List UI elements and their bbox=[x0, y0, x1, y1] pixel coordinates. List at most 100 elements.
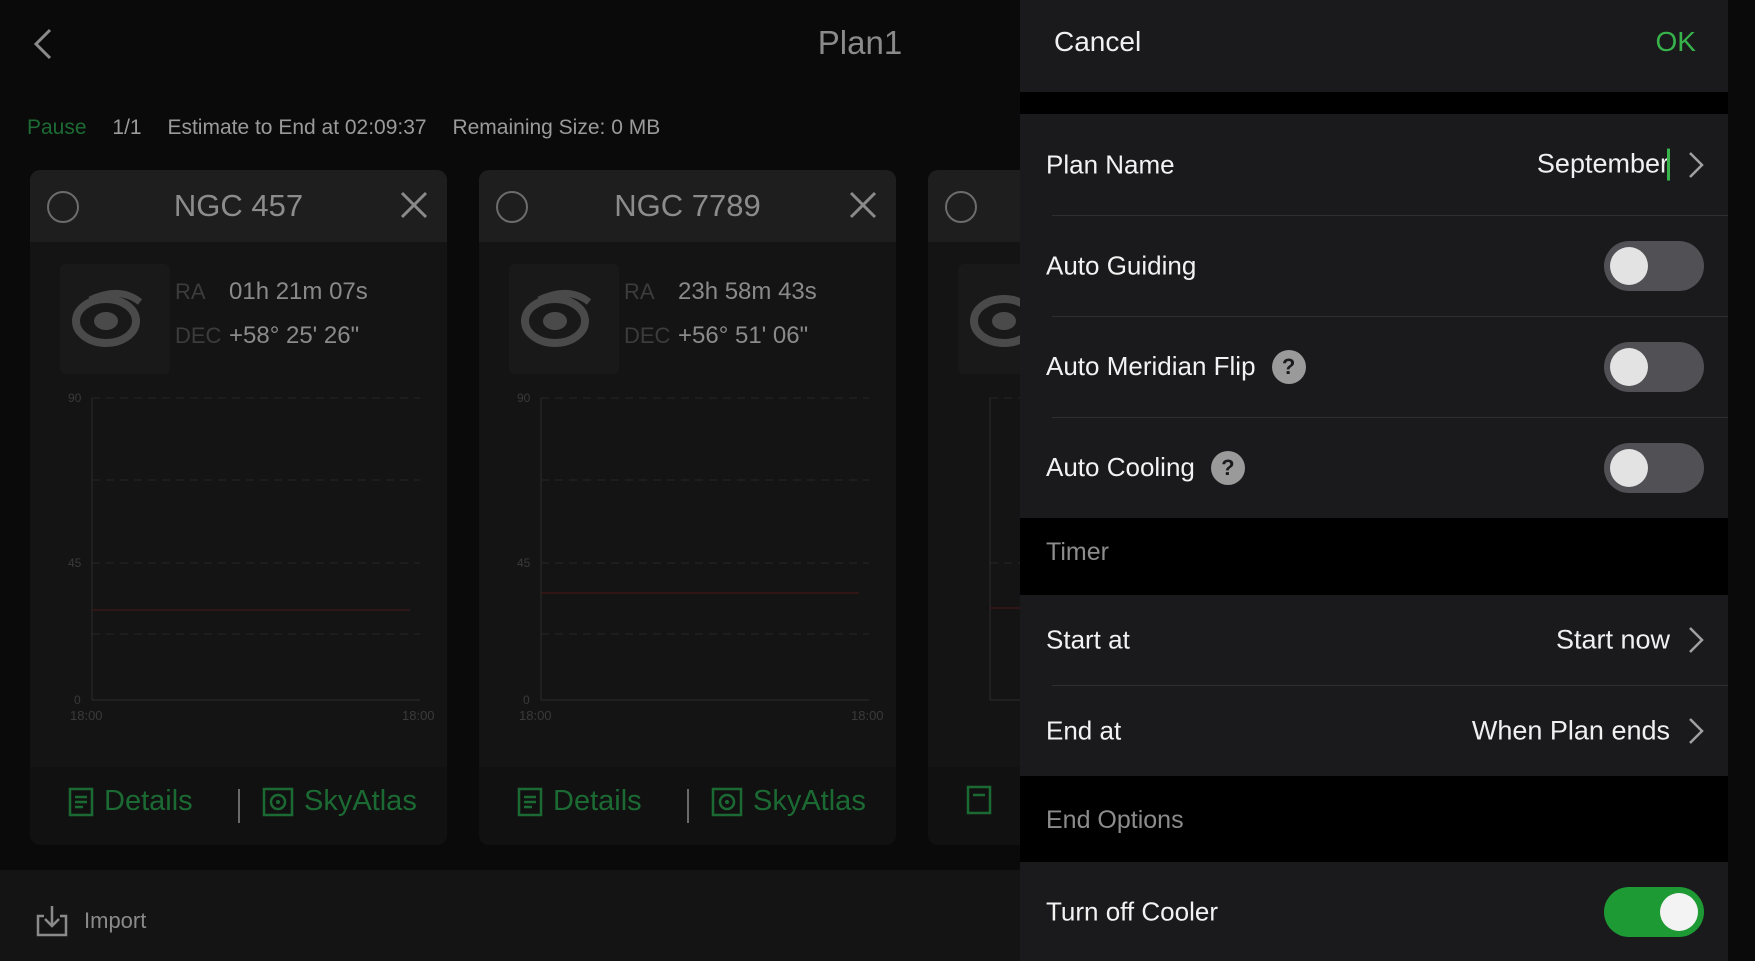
card-coordinates: RA 01h 21m 07s DEC +58° 25' 26" bbox=[175, 270, 368, 358]
ra-label: RA bbox=[624, 279, 655, 304]
y-tick: 90 bbox=[517, 391, 531, 405]
document-icon bbox=[966, 785, 992, 815]
galaxy-icon bbox=[509, 264, 619, 374]
auto-cooling-toggle[interactable] bbox=[1604, 442, 1704, 493]
back-arrow-icon[interactable] bbox=[28, 24, 60, 64]
start-at-label: Start at bbox=[1046, 624, 1130, 655]
card-header: NGC 7789 bbox=[479, 170, 896, 242]
y-tick: 0 bbox=[74, 693, 81, 707]
skyatlas-button[interactable]: SkyAtlas bbox=[262, 785, 417, 818]
auto-guiding-toggle[interactable] bbox=[1604, 240, 1704, 291]
import-icon bbox=[36, 906, 68, 937]
card-footer: Details SkyAtlas bbox=[479, 767, 896, 845]
card-select-radio[interactable] bbox=[47, 191, 79, 223]
target-card[interactable]: NGC 457 RA 01h 21m 07s DEC +58° 25' 26" 90… bbox=[30, 170, 447, 845]
x-tick: 18:00 bbox=[851, 708, 884, 723]
altitude-chart: 90 45 0 18:00 18:00 bbox=[517, 391, 884, 723]
skyatlas-label: SkyAtlas bbox=[753, 785, 866, 817]
footer-divider bbox=[238, 789, 240, 823]
auto-meridian-flip-row: Auto Meridian Flip ? bbox=[1020, 316, 1728, 417]
details-button[interactable]: Details bbox=[517, 785, 642, 818]
ok-button[interactable]: OK bbox=[1656, 26, 1696, 58]
close-icon[interactable] bbox=[399, 190, 429, 220]
y-tick: 45 bbox=[68, 556, 82, 570]
details-button[interactable] bbox=[966, 785, 992, 815]
card-select-radio[interactable] bbox=[496, 191, 528, 223]
x-tick: 18:00 bbox=[70, 708, 103, 723]
timer-group: Start at Start now End at When Plan ends bbox=[1020, 595, 1728, 776]
help-icon[interactable]: ? bbox=[1271, 349, 1306, 384]
turn-off-cooler-row: Turn off Cooler bbox=[1020, 862, 1728, 961]
end-options-group: Turn off Cooler bbox=[1020, 862, 1728, 961]
target-name: NGC 457 bbox=[173, 188, 304, 223]
auto-meridian-flip-toggle[interactable] bbox=[1604, 341, 1704, 392]
plan-count: 1/1 bbox=[112, 116, 142, 139]
y-tick: 0 bbox=[523, 693, 530, 707]
pause-status[interactable]: Pause bbox=[27, 116, 87, 139]
toggle-knob bbox=[1610, 246, 1648, 285]
ra-value: 23h 58m 43s bbox=[678, 278, 817, 305]
toggle-knob bbox=[1660, 892, 1698, 931]
end-at-label: End at bbox=[1046, 715, 1122, 745]
dec-label: DEC bbox=[175, 323, 222, 348]
card-footer: Details SkyAtlas bbox=[30, 767, 447, 845]
x-tick: 18:00 bbox=[402, 708, 435, 723]
close-icon[interactable] bbox=[848, 190, 878, 220]
galaxy-icon bbox=[60, 264, 170, 374]
chevron-right-icon bbox=[1689, 151, 1704, 178]
panel-header: Cancel OK bbox=[1020, 0, 1728, 92]
end-at-row[interactable]: End at When Plan ends bbox=[1020, 685, 1728, 776]
plan-settings-panel: Cancel OK Plan Name September Auto Guidi… bbox=[1020, 0, 1728, 961]
target-card[interactable]: NGC 7789 RA 23h 58m 43s DEC +56° 51' 06" 9… bbox=[479, 170, 896, 845]
y-tick: 45 bbox=[517, 556, 531, 570]
auto-cooling-label-group: Auto Cooling ? bbox=[1046, 450, 1245, 485]
start-at-row[interactable]: Start at Start now bbox=[1020, 595, 1728, 685]
estimate-end: Estimate to End at 02:09:37 bbox=[167, 116, 427, 139]
auto-cooling-label: Auto Cooling bbox=[1046, 452, 1195, 482]
import-label: Import bbox=[84, 908, 147, 933]
x-tick: 18:00 bbox=[519, 708, 552, 723]
skyatlas-button[interactable]: SkyAtlas bbox=[711, 785, 866, 818]
plan-name-label: Plan Name bbox=[1046, 149, 1175, 179]
auto-cooling-row: Auto Cooling ? bbox=[1020, 417, 1728, 518]
turn-off-cooler-label: Turn off Cooler bbox=[1046, 896, 1218, 926]
end-at-value: When Plan ends bbox=[1471, 715, 1670, 745]
timer-section-title: Timer bbox=[1046, 538, 1109, 566]
auto-meridian-flip-label: Auto Meridian Flip bbox=[1046, 351, 1256, 381]
document-icon bbox=[517, 787, 543, 816]
auto-guiding-row: Auto Guiding bbox=[1020, 215, 1728, 316]
toggle-knob bbox=[1610, 448, 1648, 487]
target-icon bbox=[262, 787, 294, 816]
ra-value: 01h 21m 07s bbox=[229, 278, 368, 305]
plan-name-value: September bbox=[1536, 148, 1669, 179]
ra-label: RA bbox=[175, 279, 206, 304]
page-title: Plan1 bbox=[817, 24, 903, 61]
plan-name-row[interactable]: Plan Name September bbox=[1020, 114, 1728, 215]
document-icon bbox=[68, 787, 94, 816]
auto-meridian-flip-label-group: Auto Meridian Flip ? bbox=[1046, 349, 1306, 384]
end-options-section-title: End Options bbox=[1046, 806, 1184, 834]
chevron-right-icon bbox=[1689, 717, 1704, 744]
turn-off-cooler-toggle[interactable] bbox=[1604, 886, 1704, 937]
chevron-right-icon bbox=[1689, 627, 1704, 653]
toggle-knob bbox=[1610, 347, 1648, 386]
plan-status-bar: Pause 1/1 Estimate to End at 02:09:37 Re… bbox=[27, 116, 680, 140]
plan-name-input[interactable]: September bbox=[1537, 148, 1670, 181]
plan-options-group: Plan Name September Auto Guiding Auto Me… bbox=[1020, 114, 1728, 518]
target-icon bbox=[711, 787, 743, 816]
skyatlas-label: SkyAtlas bbox=[304, 785, 417, 817]
cancel-button[interactable]: Cancel bbox=[1054, 26, 1141, 58]
dec-value: +58° 25' 26" bbox=[229, 322, 360, 349]
help-icon[interactable]: ? bbox=[1210, 450, 1245, 485]
bottom-bar bbox=[0, 870, 1020, 961]
import-button[interactable]: Import bbox=[34, 904, 146, 938]
remaining-size: Remaining Size: 0 MB bbox=[452, 116, 661, 139]
dec-label: DEC bbox=[624, 323, 671, 348]
card-coordinates: RA 23h 58m 43s DEC +56° 51' 06" bbox=[624, 270, 817, 358]
start-at-value: Start now bbox=[1555, 624, 1670, 655]
footer-divider bbox=[687, 789, 689, 823]
card-select-radio[interactable] bbox=[945, 191, 977, 223]
dec-value: +56° 51' 06" bbox=[678, 322, 809, 349]
altitude-chart: 90 45 0 18:00 18:00 bbox=[68, 391, 435, 723]
details-button[interactable]: Details bbox=[68, 785, 193, 818]
